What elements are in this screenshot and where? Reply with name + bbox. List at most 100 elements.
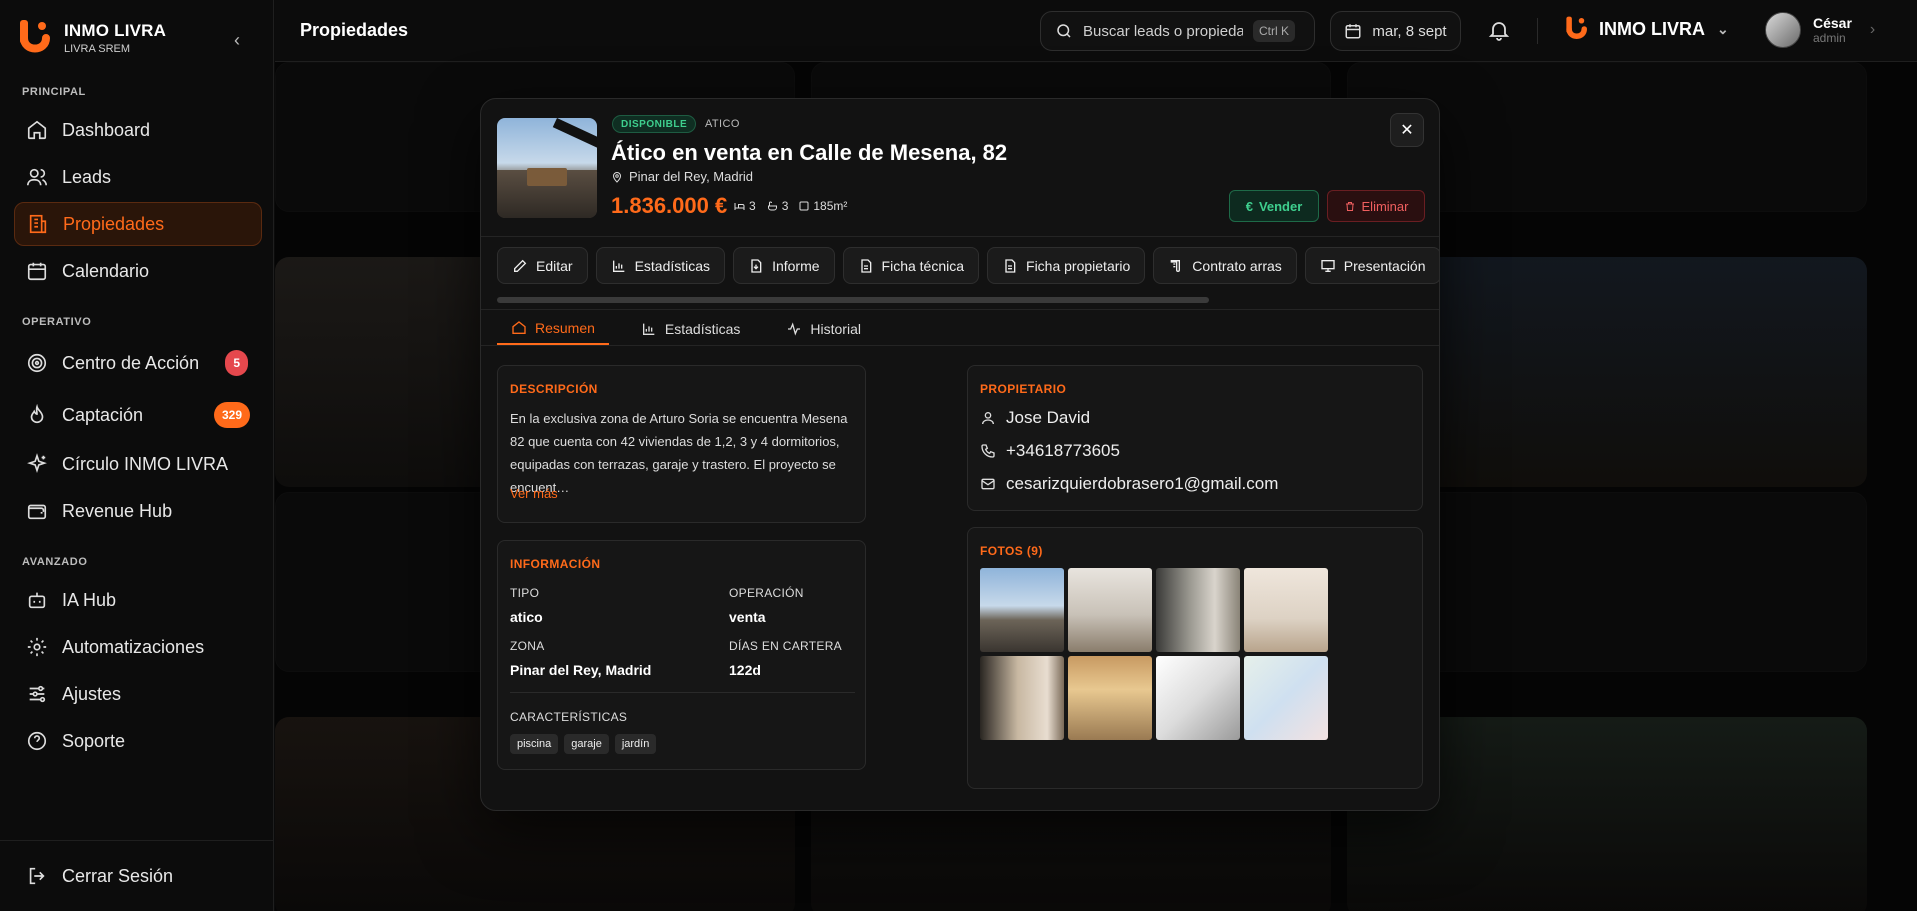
sliders-icon <box>29 685 46 703</box>
report-label: Informe <box>772 257 820 274</box>
sidebar-item-calendario[interactable]: Calendario <box>14 249 262 293</box>
stats-button[interactable]: Estadísticas <box>595 247 726 284</box>
chevron-down-icon: ⌄ <box>1717 20 1729 37</box>
tab-label: Historial <box>810 321 861 337</box>
photo-thumbnail[interactable] <box>1068 568 1152 652</box>
zona-label: ZONA <box>510 639 545 653</box>
dias-label: DÍAS EN CARTERA <box>729 639 842 653</box>
user-menu[interactable]: César admin › <box>1765 12 1875 48</box>
location-pin-icon <box>612 171 622 183</box>
logout-button[interactable]: Cerrar Sesión <box>14 854 262 898</box>
users-icon <box>27 168 47 186</box>
sidebar-item-label: Soporte <box>62 730 126 751</box>
tab-label: Estadísticas <box>664 321 741 337</box>
contract-button[interactable]: Contrato arras <box>1153 247 1297 284</box>
property-features: 3 3 185m² <box>733 199 847 213</box>
user-name: César <box>1813 15 1852 31</box>
bot-icon <box>28 592 46 609</box>
page-title: Propiedades <box>300 20 409 40</box>
presentation-button[interactable]: Presentación <box>1304 247 1439 284</box>
top-header: Propiedades Ctrl K mar, 8 sept INMO LIVR… <box>275 0 1917 62</box>
photo-thumbnail[interactable] <box>980 568 1064 652</box>
sidebar: INMO LIVRA LIVRA SREM ‹ PRINCIPAL Dashbo… <box>0 0 274 911</box>
owner-sheet-button[interactable]: Ficha propietario <box>987 247 1146 284</box>
date-button[interactable]: mar, 8 sept <box>1330 11 1461 51</box>
sidebar-item-circulo[interactable]: Círculo INMO LIVRA <box>14 442 262 486</box>
sidebar-item-revenue[interactable]: Revenue Hub <box>14 489 262 533</box>
property-detail-modal: DISPONIBLE ATICO Ático en venta en Calle… <box>480 98 1440 811</box>
sidebar-item-label: IA Hub <box>62 589 117 610</box>
owner-email: cesarizquierdobrasero1@gmail.com <box>1006 474 1279 493</box>
operacion-value: venta <box>729 609 766 625</box>
property-thumbnail[interactable] <box>497 118 597 218</box>
sidebar-item-soporte[interactable]: Soporte <box>14 719 262 763</box>
document-icon <box>1005 258 1016 273</box>
owner-email-row[interactable]: cesarizquierdobrasero1@gmail.com <box>980 474 1278 494</box>
org-switcher[interactable]: INMO LIVRA ⌄ <box>1565 14 1729 44</box>
property-title: Ático en venta en Calle de Mesena, 82 <box>611 140 1008 165</box>
close-modal-button[interactable]: ✕ <box>1390 113 1424 147</box>
tab-resumen[interactable]: Resumen <box>497 313 609 345</box>
close-icon: ✕ <box>1400 122 1414 139</box>
captacion-count-badge: 329 <box>213 402 250 428</box>
info-title: INFORMACIÓN <box>510 557 601 571</box>
delete-button[interactable]: Eliminar <box>1327 190 1425 222</box>
chart-icon <box>642 323 655 335</box>
status-badge: DISPONIBLE <box>612 115 697 133</box>
search-input[interactable] <box>1083 22 1243 40</box>
tipo-value: atico <box>510 609 543 625</box>
edit-button[interactable]: Editar <box>497 247 588 284</box>
sidebar-item-dashboard[interactable]: Dashboard <box>14 108 262 152</box>
sell-button[interactable]: € Vender <box>1229 190 1319 222</box>
search-box[interactable]: Ctrl K <box>1040 11 1315 51</box>
modal-tabs: Resumen Estadísticas Historial <box>497 313 875 345</box>
tab-historial[interactable]: Historial <box>772 313 875 345</box>
presentation-label: Presentación <box>1343 257 1426 274</box>
collapse-sidebar-icon[interactable]: ‹ <box>234 30 240 51</box>
sidebar-item-leads[interactable]: Leads <box>14 155 262 199</box>
photo-thumbnail[interactable] <box>1156 656 1240 740</box>
app-root: INMO LIVRA LIVRA SREM ‹ PRINCIPAL Dashbo… <box>0 0 1917 911</box>
sidebar-item-label: Calendario <box>62 260 150 281</box>
see-more-link[interactable]: Ver más <box>510 486 558 501</box>
logout-icon <box>29 867 45 885</box>
sidebar-item-label: Ajustes <box>62 683 122 704</box>
photos-card: FOTOS (9) <box>967 527 1423 789</box>
flame-icon <box>30 404 44 424</box>
calendar-icon <box>27 262 47 281</box>
owner-phone-row[interactable]: +34618773605 <box>980 441 1120 461</box>
sparkle-icon <box>27 453 47 474</box>
photo-thumbnail[interactable] <box>1244 568 1328 652</box>
building-icon <box>29 214 47 234</box>
bell-icon[interactable] <box>1487 18 1511 47</box>
description-title: DESCRIPCIÓN <box>510 382 598 396</box>
euro-icon: € <box>1245 198 1253 214</box>
description-text: En la exclusiva zona de Arturo Soria se … <box>510 411 848 495</box>
sidebar-item-ia-hub[interactable]: IA Hub <box>14 578 262 622</box>
owner-title: PROPIETARIO <box>980 382 1067 396</box>
report-button[interactable]: Informe <box>733 247 835 284</box>
photo-thumbnail[interactable] <box>980 656 1064 740</box>
mail-icon <box>981 478 995 490</box>
header-divider <box>1537 18 1538 44</box>
sidebar-item-propiedades[interactable]: Propiedades <box>14 202 262 246</box>
tech-sheet-button[interactable]: Ficha técnica <box>842 247 980 284</box>
tabs-divider <box>481 345 1439 346</box>
photo-thumbnail[interactable] <box>1068 656 1152 740</box>
owner-sheet-label: Ficha propietario <box>1026 257 1131 274</box>
toolbar-divider <box>481 309 1439 310</box>
activity-icon <box>788 322 801 336</box>
date-label: mar, 8 sept <box>1372 22 1447 40</box>
sidebar-item-ajustes[interactable]: Ajustes <box>14 672 262 716</box>
contract-label: Contrato arras <box>1192 257 1282 274</box>
tab-estadisticas[interactable]: Estadísticas <box>627 313 754 345</box>
search-icon <box>1057 24 1071 38</box>
sidebar-item-captacion[interactable]: Captación 329 <box>14 393 262 437</box>
toolbar-scrollbar[interactable] <box>497 297 1209 303</box>
photo-thumbnail[interactable] <box>1244 656 1328 740</box>
sidebar-item-automatizaciones[interactable]: Automatizaciones <box>14 625 262 669</box>
home-icon <box>512 321 526 334</box>
sidebar-item-centro-accion[interactable]: Centro de Acción 5 <box>14 341 262 385</box>
baths-count: 3 <box>781 199 789 213</box>
photo-thumbnail[interactable] <box>1156 568 1240 652</box>
